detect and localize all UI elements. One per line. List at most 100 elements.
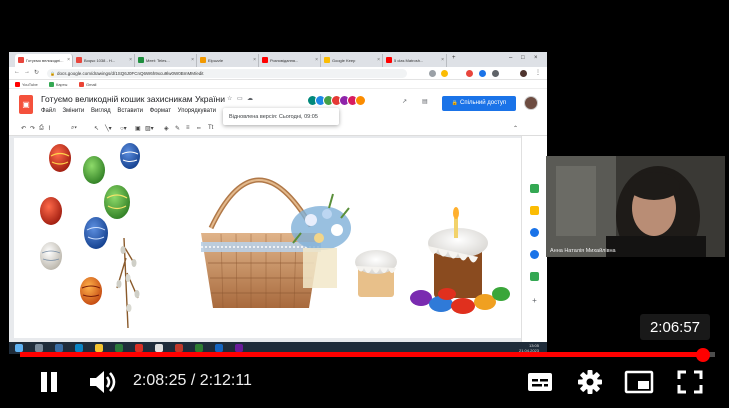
cloud-status-icon[interactable]: ☁ [247,95,253,102]
browser-tab[interactable]: Boqso 1038 - Н... × [73,54,135,67]
close-icon[interactable]: × [441,57,444,63]
profile-icon[interactable] [520,70,527,77]
new-tab-icon[interactable]: + [452,55,456,61]
progress-bar[interactable] [20,352,715,357]
progress-scrubber[interactable] [696,348,711,362]
star-icon[interactable] [441,70,448,77]
close-icon[interactable]: × [67,57,70,63]
red-egg[interactable] [40,197,62,225]
settings-button[interactable] [574,367,606,397]
small-easter-bread-image[interactable] [355,250,397,297]
drawing-canvas[interactable] [9,136,521,342]
zoom-icon[interactable]: ⌕▾ [71,125,77,132]
app-icon[interactable] [175,344,183,352]
pause-button[interactable] [34,367,64,397]
redo-icon[interactable]: ↷ [30,125,35,132]
subtitles-button[interactable] [524,367,556,397]
easter-eggs-image[interactable] [14,138,151,338]
explorer-icon[interactable] [95,344,103,352]
sheets-icon[interactable] [530,184,539,193]
app-icon[interactable] [195,344,203,352]
fill-color-icon[interactable]: ◈ [164,125,169,132]
address-bar[interactable]: 🔒 docs.google.com/drawings/d/1SQ6J0FCnQ6… [47,69,407,78]
edge-icon[interactable] [75,344,83,352]
maximize-icon[interactable]: □ [521,55,525,61]
close-icon[interactable]: × [129,57,132,63]
collaborator-avatar[interactable] [355,95,366,106]
green-egg[interactable] [83,156,105,184]
share-icon[interactable] [429,70,436,77]
white-egg[interactable] [40,242,62,270]
menu-arrange[interactable]: Упорядкувати [178,108,216,114]
image-icon[interactable]: ▨▾ [145,125,154,132]
menu-view[interactable]: Вигляд [91,108,111,114]
bookmark-youtube[interactable]: YouTube [15,82,38,87]
add-addon-icon[interactable]: + [530,296,539,305]
keep-icon[interactable] [530,206,539,215]
contacts-icon[interactable] [530,250,539,259]
print-icon[interactable]: ⎙ [39,125,44,132]
line-icon[interactable]: ╲▾ [105,125,112,132]
border-weight-icon[interactable]: ≡ [186,125,190,131]
fullscreen-button[interactable] [674,367,706,397]
document-title[interactable]: Готуємо великодній кошик захисникам Укра… [41,94,225,104]
orange-egg[interactable] [80,277,102,305]
browser-tab[interactable]: Meet: Teles... × [135,54,197,67]
easter-bread-with-candle-image[interactable] [410,207,510,314]
kebab-menu-icon[interactable]: ⋮ [535,69,541,76]
share-button[interactable]: 🔒 Спільний доступ [442,96,516,111]
miniplayer-button[interactable] [622,367,656,397]
bookmark-gmail[interactable]: Gmail [79,82,96,87]
menu-edit[interactable]: Змінити [62,108,84,114]
close-icon[interactable]: × [377,57,380,63]
paint-format-icon[interactable]: ⌇ [48,125,51,132]
tasks-icon[interactable] [530,228,539,237]
menu-file[interactable]: Файл [41,108,56,114]
browser-tab[interactable]: Google Keep × [321,54,383,67]
close-window-icon[interactable]: × [534,55,538,61]
text-format-icon[interactable]: Tt [208,125,213,131]
comments-icon[interactable]: ▤ [422,98,428,105]
app-icon[interactable] [215,344,223,352]
back-icon[interactable]: ← [14,69,20,75]
mute-button[interactable] [85,367,119,397]
blue-egg[interactable] [120,143,140,169]
search-icon[interactable] [35,344,43,352]
browser-tab[interactable]: Розповідання... × [259,54,321,67]
menu-insert[interactable]: Вставити [117,108,143,114]
chrome-icon[interactable] [155,344,163,352]
drawing-page[interactable] [151,138,521,338]
maps-icon[interactable] [530,272,539,281]
windows-start-icon[interactable] [15,344,23,352]
browser-tab[interactable]: Готуємо великодні... × [15,54,73,67]
extension-icon[interactable] [466,70,473,77]
activity-trend-icon[interactable]: ↗ [402,98,407,105]
forward-icon[interactable]: → [24,69,30,75]
browser-tab[interactable]: Elpuzzle × [197,54,259,67]
video-player[interactable]: Готуємо великодні... × Boqso 1038 - Н...… [0,0,729,408]
border-color-icon[interactable]: ✎ [175,125,180,132]
browser-tab[interactable]: 5 clas Matrosh... × [383,54,447,67]
account-avatar[interactable] [524,96,538,110]
app-icon[interactable] [235,344,243,352]
close-icon[interactable]: × [315,57,318,63]
close-icon[interactable]: × [253,57,256,63]
minimize-icon[interactable]: – [509,55,512,61]
extensions-puzzle-icon[interactable] [492,70,499,77]
task-view-icon[interactable] [55,344,63,352]
blue-egg[interactable] [84,217,108,249]
red-egg[interactable] [49,144,71,172]
text-box-icon[interactable]: ▣ [135,125,141,132]
star-icon[interactable]: ☆ [227,95,232,102]
menu-format[interactable]: Формат [150,108,171,114]
app-icon[interactable] [135,344,143,352]
app-icon[interactable] [115,344,123,352]
shared-screen[interactable]: Готуємо великодні... × Boqso 1038 - Н...… [9,52,547,354]
undo-icon[interactable]: ↶ [21,125,26,132]
collapse-toolbar-icon[interactable]: ⌃ [513,125,518,132]
google-drawings-logo-icon[interactable]: ▣ [19,95,33,114]
reload-icon[interactable]: ↻ [34,69,39,76]
extension-icon[interactable] [479,70,486,77]
select-icon[interactable]: ↖ [94,125,99,132]
bookmark-maps[interactable]: Карты [49,82,67,87]
